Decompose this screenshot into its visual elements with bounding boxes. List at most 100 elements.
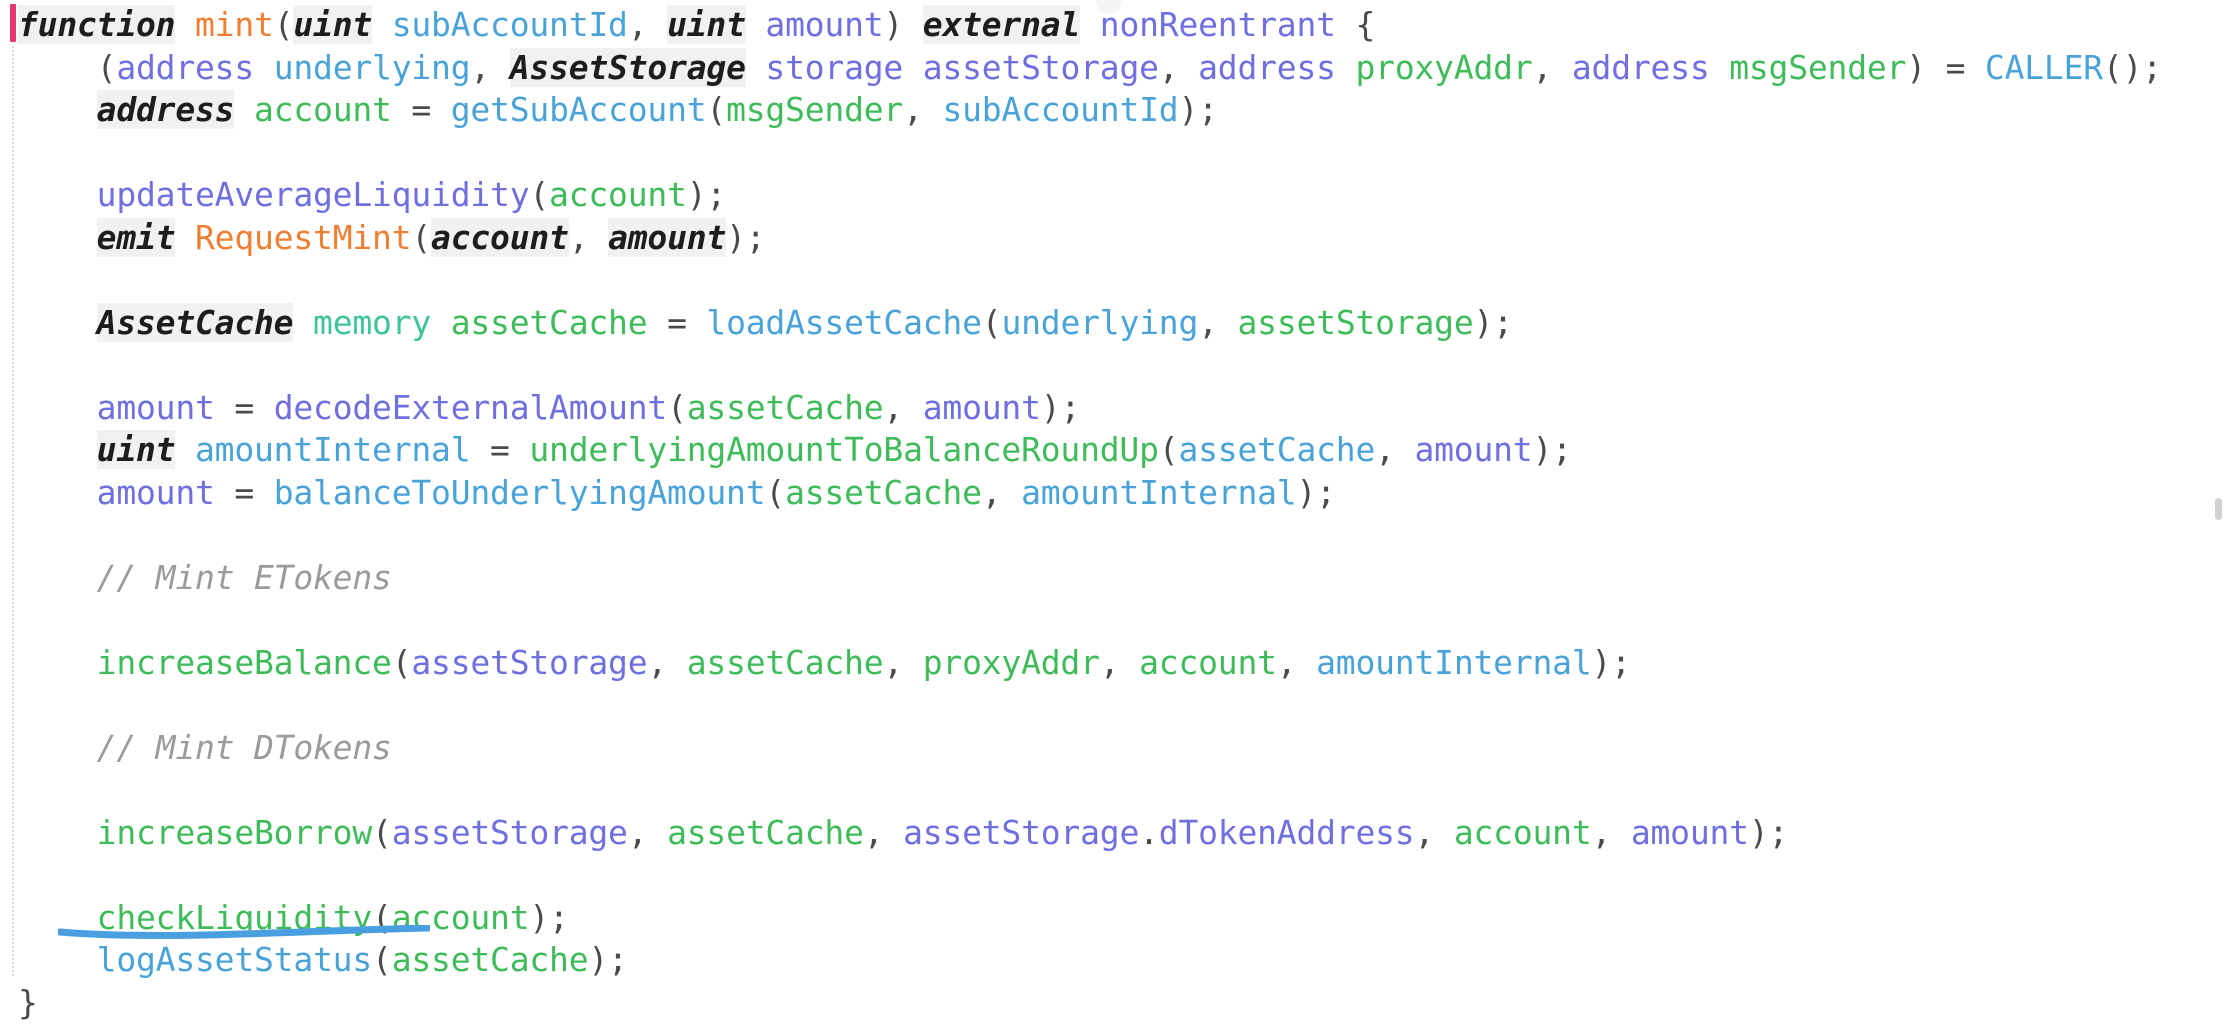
code-token: msgSender [1729, 48, 1906, 87]
code-token: , [1533, 48, 1572, 87]
code-token: subAccountId [942, 90, 1178, 129]
code-token: ( [706, 90, 726, 129]
code-token: external [923, 5, 1080, 44]
code-line[interactable] [18, 514, 2224, 557]
code-line[interactable]: // Mint DTokens [18, 727, 2224, 770]
code-token: , [982, 473, 1021, 512]
code-token [18, 728, 97, 767]
vcs-change-marker[interactable] [10, 4, 16, 42]
code-token [18, 643, 97, 682]
code-token: ); [1041, 388, 1080, 427]
code-token: , [903, 90, 942, 129]
code-content[interactable]: function mint(uint subAccountId, uint am… [18, 0, 2224, 1024]
code-line[interactable]: logAssetStatus(assetCache); [18, 939, 2224, 982]
code-token [18, 940, 97, 979]
code-token: assetCache [667, 813, 864, 852]
code-token: assetCache [687, 388, 884, 427]
code-token: AssetCache [97, 303, 294, 342]
code-token: ); [1532, 430, 1571, 469]
code-token: , [883, 388, 922, 427]
code-line[interactable]: increaseBalance(assetStorage, assetCache… [18, 642, 2224, 685]
code-token [175, 218, 195, 257]
code-token: uint [293, 5, 372, 44]
code-token: ) [883, 5, 922, 44]
code-token: address [97, 90, 235, 129]
code-token [18, 388, 97, 427]
code-line[interactable]: emit RequestMint(account, amount); [18, 217, 2224, 260]
code-token: proxyAddr [923, 643, 1100, 682]
code-token: ( [667, 388, 687, 427]
code-token: decodeExternalAmount [274, 388, 667, 427]
code-line[interactable]: address account = getSubAccount(msgSende… [18, 89, 2224, 132]
code-token: ( [529, 175, 549, 214]
code-token: , [864, 813, 903, 852]
code-editor[interactable]: function mint(uint subAccountId, uint am… [0, 0, 2224, 1008]
code-line[interactable]: updateAverageLiquidity(account); [18, 174, 2224, 217]
code-token: , [628, 813, 667, 852]
code-token: , [628, 5, 667, 44]
code-line[interactable]: (address underlying, AssetStorage storag… [18, 47, 2224, 90]
code-token: = [215, 388, 274, 427]
code-token [18, 558, 97, 597]
code-token: account [254, 90, 392, 129]
code-token: uint [667, 5, 746, 44]
code-line[interactable]: increaseBorrow(assetStorage, assetCache,… [18, 812, 2224, 855]
code-token: mint [195, 5, 274, 44]
code-token: CALLER [1985, 48, 2103, 87]
code-line[interactable]: amount = balanceToUnderlyingAmount(asset… [18, 472, 2224, 515]
code-token: ); [1592, 643, 1631, 682]
code-token: } [18, 983, 38, 1022]
code-token: storage [765, 48, 903, 87]
code-token: RequestMint [195, 218, 411, 257]
code-token: emit [97, 218, 176, 257]
code-line[interactable]: // Mint ETokens [18, 557, 2224, 600]
code-token: , [1277, 643, 1316, 682]
code-token: logAssetStatus [97, 940, 372, 979]
code-token [254, 48, 274, 87]
code-token: assetCache [785, 473, 982, 512]
code-token: assetCache [1178, 430, 1375, 469]
code-token: underlying [1001, 303, 1198, 342]
code-token: = [215, 473, 274, 512]
code-line[interactable] [18, 259, 2224, 302]
code-token: ( [372, 813, 392, 852]
code-token: amountInternal [1021, 473, 1296, 512]
code-line[interactable] [18, 132, 2224, 175]
code-line[interactable]: uint amountInternal = underlyingAmountTo… [18, 429, 2224, 472]
code-token: address [116, 48, 254, 87]
code-token: , [1592, 813, 1631, 852]
code-token: ( [982, 303, 1002, 342]
code-line[interactable]: } [18, 982, 2224, 1024]
code-line[interactable] [18, 769, 2224, 812]
code-token: { [1336, 5, 1375, 44]
code-token: assetStorage [411, 643, 647, 682]
code-token [1080, 5, 1100, 44]
code-token: loadAssetCache [706, 303, 981, 342]
indent-guide [12, 46, 14, 976]
code-token: = [392, 90, 451, 129]
code-token: account [549, 175, 687, 214]
code-token: ); [588, 940, 627, 979]
code-token [18, 90, 97, 129]
code-line[interactable] [18, 599, 2224, 642]
code-token: ); [1296, 473, 1335, 512]
code-token: assetCache [687, 643, 884, 682]
code-line[interactable]: AssetCache memory assetCache = loadAsset… [18, 302, 2224, 345]
code-token [175, 430, 195, 469]
code-token: amount [97, 473, 215, 512]
code-line[interactable] [18, 344, 2224, 387]
code-token: ( [1159, 430, 1179, 469]
code-token [431, 303, 451, 342]
code-token: ( [392, 643, 412, 682]
code-token: balanceToUnderlyingAmount [274, 473, 766, 512]
code-line[interactable]: function mint(uint subAccountId, uint am… [18, 4, 2224, 47]
code-token: ); [529, 898, 568, 937]
code-line[interactable] [18, 854, 2224, 897]
code-token [1336, 48, 1356, 87]
code-line[interactable]: amount = decodeExternalAmount(assetCache… [18, 387, 2224, 430]
code-token [175, 5, 195, 44]
code-line[interactable]: checkLiquidity(account); [18, 897, 2224, 940]
code-token: = [647, 303, 706, 342]
code-line[interactable] [18, 684, 2224, 727]
code-token [1710, 48, 1730, 87]
